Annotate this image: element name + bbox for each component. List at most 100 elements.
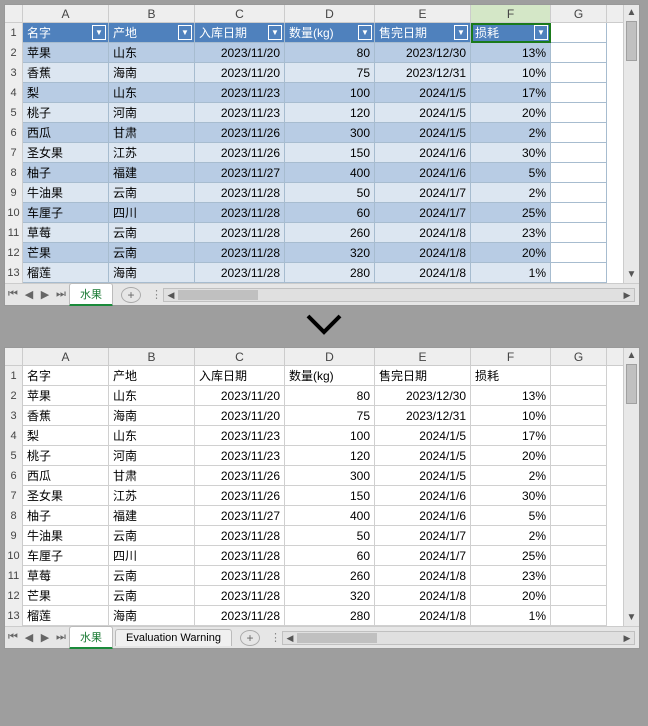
empty-cell[interactable] [551, 586, 607, 606]
data-cell[interactable]: 海南 [109, 406, 195, 426]
header-cell-name[interactable]: 名字▼ [23, 23, 109, 43]
data-cell[interactable]: 2023/11/26 [195, 143, 285, 163]
header-cell-origin[interactable]: 产地 [109, 366, 195, 386]
data-cell[interactable]: 2023/12/30 [375, 43, 471, 63]
data-cell[interactable]: 2% [471, 123, 551, 143]
data-cell[interactable]: 云南 [109, 223, 195, 243]
data-cell[interactable]: 2024/1/8 [375, 263, 471, 283]
data-cell[interactable]: 草莓 [23, 223, 109, 243]
header-cell-indate[interactable]: 入库日期▼ [195, 23, 285, 43]
data-cell[interactable]: 120 [285, 103, 375, 123]
data-cell[interactable]: 320 [285, 243, 375, 263]
column-header-E[interactable]: E [375, 5, 471, 22]
column-header-D[interactable]: D [285, 348, 375, 365]
data-cell[interactable]: 100 [285, 426, 375, 446]
tab-last-icon[interactable]: ⏭ [53, 631, 69, 644]
data-cell[interactable]: 2024/1/8 [375, 586, 471, 606]
data-cell[interactable]: 300 [285, 466, 375, 486]
select-all-corner[interactable] [5, 5, 23, 22]
tab-splitter[interactable]: ⋮ [270, 631, 278, 644]
filter-dropdown-icon[interactable]: ▼ [178, 25, 192, 40]
data-cell[interactable]: 75 [285, 406, 375, 426]
data-cell[interactable]: 江苏 [109, 486, 195, 506]
data-cell[interactable]: 1% [471, 263, 551, 283]
filter-dropdown-icon[interactable]: ▼ [454, 25, 468, 40]
sheet-tab-warning[interactable]: Evaluation Warning [115, 629, 232, 646]
data-cell[interactable]: 2024/1/7 [375, 203, 471, 223]
data-cell[interactable]: 20% [471, 243, 551, 263]
empty-cell[interactable] [551, 143, 607, 163]
hscroll-left-icon[interactable]: ◀ [164, 289, 178, 301]
tab-prev-icon[interactable]: ◀ [21, 288, 37, 301]
empty-cell[interactable] [551, 606, 607, 626]
header-cell-loss[interactable]: 损耗 [471, 366, 551, 386]
data-cell[interactable]: 60 [285, 203, 375, 223]
data-cell[interactable]: 河南 [109, 103, 195, 123]
add-sheet-button[interactable]: + [240, 630, 260, 646]
scroll-down-icon[interactable]: ▼ [624, 610, 639, 626]
data-cell[interactable]: 牛油果 [23, 183, 109, 203]
sheet-tab-fruit[interactable]: 水果 [69, 626, 113, 649]
data-cell[interactable]: 30% [471, 143, 551, 163]
data-cell[interactable]: 2023/11/28 [195, 243, 285, 263]
tab-splitter[interactable]: ⋮ [151, 288, 159, 301]
data-cell[interactable]: 2023/11/26 [195, 466, 285, 486]
data-cell[interactable]: 280 [285, 263, 375, 283]
scroll-thumb[interactable] [626, 21, 637, 61]
data-cell[interactable]: 苹果 [23, 43, 109, 63]
data-cell[interactable]: 2023/11/28 [195, 586, 285, 606]
scroll-down-icon[interactable]: ▼ [624, 267, 639, 283]
row-header[interactable]: 1 [5, 23, 23, 43]
data-cell[interactable]: 80 [285, 386, 375, 406]
empty-cell[interactable] [551, 566, 607, 586]
data-cell[interactable]: 2024/1/7 [375, 526, 471, 546]
row-header[interactable]: 4 [5, 83, 23, 103]
data-cell[interactable]: 400 [285, 163, 375, 183]
data-cell[interactable]: 福建 [109, 506, 195, 526]
vertical-scrollbar[interactable]: ▲ ▼ [623, 5, 639, 283]
column-header-A[interactable]: A [23, 5, 109, 22]
data-cell[interactable]: 2024/1/6 [375, 486, 471, 506]
data-cell[interactable]: 2024/1/5 [375, 466, 471, 486]
data-cell[interactable]: 桃子 [23, 103, 109, 123]
data-cell[interactable]: 2024/1/6 [375, 163, 471, 183]
data-cell[interactable]: 2024/1/6 [375, 143, 471, 163]
empty-cell[interactable] [551, 43, 607, 63]
row-header[interactable]: 7 [5, 486, 23, 506]
header-cell-qty[interactable]: 数量(kg)▼ [285, 23, 375, 43]
hscroll-thumb[interactable] [178, 290, 258, 300]
data-cell[interactable]: 150 [285, 486, 375, 506]
data-cell[interactable]: 西瓜 [23, 123, 109, 143]
row-header[interactable]: 6 [5, 123, 23, 143]
empty-cell[interactable] [551, 23, 607, 43]
data-cell[interactable]: 260 [285, 223, 375, 243]
row-header[interactable]: 10 [5, 203, 23, 223]
tab-first-icon[interactable]: ⏮ [5, 288, 21, 301]
scroll-thumb[interactable] [626, 364, 637, 404]
filter-dropdown-icon[interactable]: ▼ [358, 25, 372, 40]
data-cell[interactable]: 2023/11/28 [195, 566, 285, 586]
data-cell[interactable]: 2023/11/28 [195, 183, 285, 203]
column-header-A[interactable]: A [23, 348, 109, 365]
data-cell[interactable]: 圣女果 [23, 143, 109, 163]
empty-cell[interactable] [551, 63, 607, 83]
data-cell[interactable]: 云南 [109, 243, 195, 263]
column-header-E[interactable]: E [375, 348, 471, 365]
data-cell[interactable]: 2024/1/7 [375, 183, 471, 203]
empty-cell[interactable] [551, 123, 607, 143]
tab-next-icon[interactable]: ▶ [37, 631, 53, 644]
data-cell[interactable]: 2023/11/28 [195, 606, 285, 626]
column-header-F[interactable]: F [471, 348, 551, 365]
data-cell[interactable]: 50 [285, 526, 375, 546]
row-header[interactable]: 3 [5, 406, 23, 426]
data-cell[interactable]: 云南 [109, 586, 195, 606]
empty-cell[interactable] [551, 426, 607, 446]
data-cell[interactable]: 23% [471, 566, 551, 586]
data-cell[interactable]: 2023/11/26 [195, 486, 285, 506]
scroll-up-icon[interactable]: ▲ [624, 5, 639, 21]
header-cell-selldate[interactable]: 售完日期▼ [375, 23, 471, 43]
row-header[interactable]: 11 [5, 566, 23, 586]
data-cell[interactable]: 25% [471, 546, 551, 566]
data-cell[interactable]: 10% [471, 63, 551, 83]
data-cell[interactable]: 2023/11/28 [195, 263, 285, 283]
